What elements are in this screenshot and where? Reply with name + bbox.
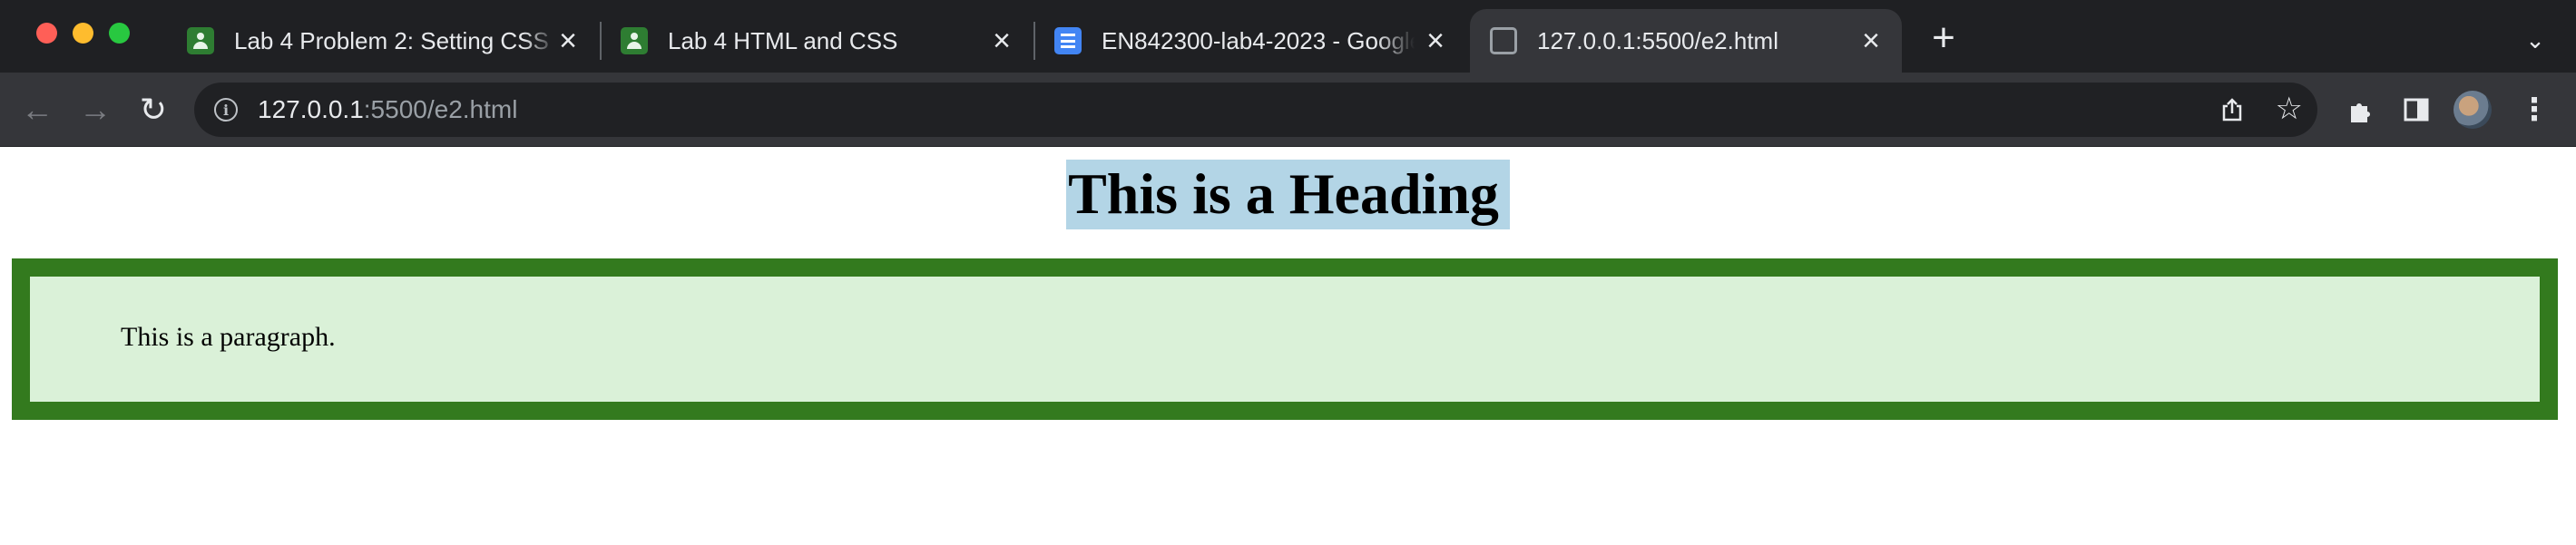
close-tab-icon[interactable]: × [1421,25,1450,56]
bookmark-star-icon[interactable]: ☆ [2276,93,2303,124]
url-path: :5500/e2.html [363,95,518,123]
back-arrow-icon[interactable]: ← [16,89,58,131]
tab-title: EN842300-lab4-2023 - Google Docs [1102,26,1415,54]
tab-google-docs[interactable]: EN842300-lab4-2023 - Google Docs × [1034,9,1466,73]
globe-icon [1490,27,1517,54]
classroom-icon [187,27,214,54]
heading-text: This is a Heading [1066,160,1510,229]
tab-search-chevron-icon[interactable]: ⌄ [2517,22,2553,58]
close-tab-icon[interactable]: × [1856,25,1885,56]
tab-title: Lab 4 HTML and CSS [668,26,898,54]
reload-icon[interactable]: ↻ [132,89,174,131]
extensions-puzzle-icon[interactable] [2341,91,2379,129]
page-viewport: This is a Heading This is a paragraph. [0,148,2576,545]
paragraph-box: This is a paragraph. [12,258,2558,420]
tab-title: 127.0.0.1:5500/e2.html [1537,26,1778,54]
close-window-button[interactable] [36,23,57,44]
docs-icon [1054,27,1082,54]
url-host: 127.0.0.1 [258,95,364,123]
more-menu-icon[interactable]: ⋮ [2515,91,2553,129]
tab-lab4-problem2[interactable]: Lab 4 Problem 2: Setting CSS Bo × [165,9,599,73]
profile-avatar[interactable] [2454,91,2492,129]
side-panel-icon[interactable] [2397,91,2435,129]
forward-arrow-icon[interactable]: → [74,89,116,131]
close-tab-icon[interactable]: × [553,25,583,56]
tab-lab4-html-css[interactable]: Lab 4 HTML and CSS × [601,9,1033,73]
share-icon[interactable] [2219,97,2245,122]
close-tab-icon[interactable]: × [987,25,1016,56]
new-tab-button[interactable]: + [1924,18,1964,60]
tab-title: Lab 4 Problem 2: Setting CSS Bo [234,26,556,54]
minimize-window-button[interactable] [73,23,93,44]
tab-active-e2[interactable]: 127.0.0.1:5500/e2.html × [1470,9,1902,73]
site-info-icon[interactable]: i [214,98,238,122]
zoom-window-button[interactable] [109,23,130,44]
url-text[interactable]: 127.0.0.1:5500/e2.html [258,95,517,124]
browser-toolbar: ← → ↻ i 127.0.0.1:5500/e2.html ☆ ⋮ [0,73,2576,147]
classroom-icon [621,27,648,54]
tab-strip: Lab 4 Problem 2: Setting CSS Bo × Lab 4 … [0,0,2576,73]
page-heading: This is a Heading [0,160,2576,229]
paragraph-text: This is a paragraph. [121,322,336,352]
address-bar[interactable]: i 127.0.0.1:5500/e2.html ☆ [194,83,2317,137]
